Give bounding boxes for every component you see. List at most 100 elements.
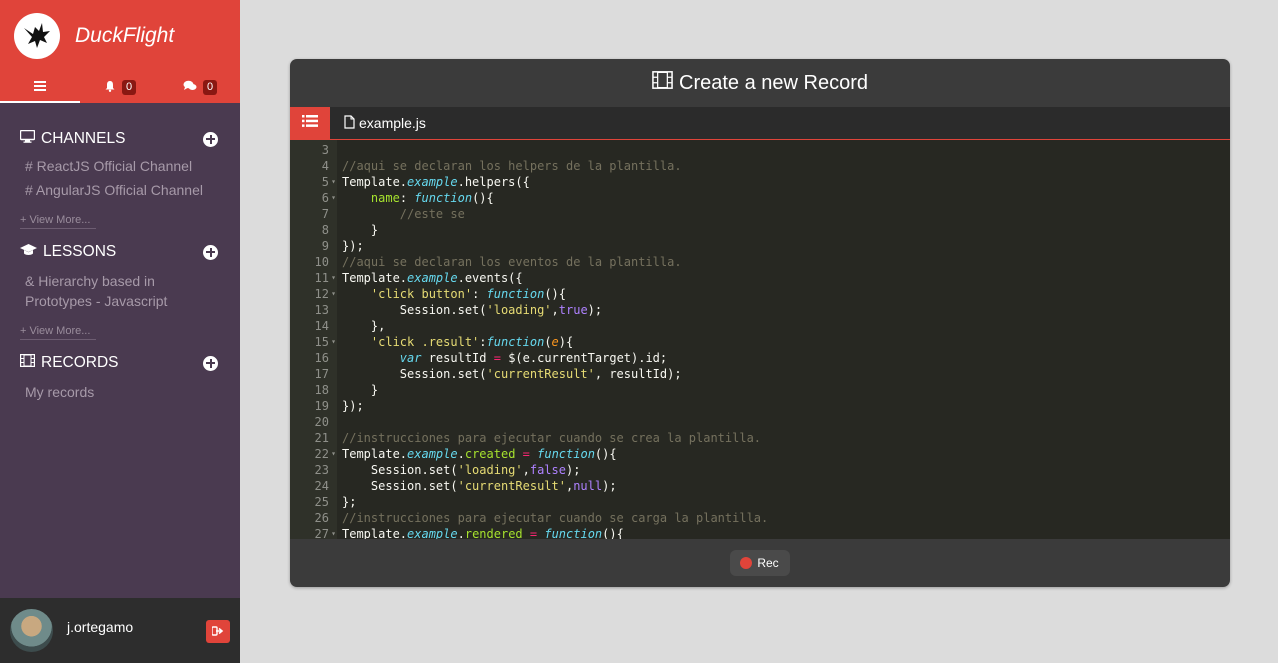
code-line[interactable]: var resultId = $(e.currentTarget).id; (342, 350, 1230, 366)
code-line[interactable]: //este se (342, 206, 1230, 222)
avatar[interactable] (10, 609, 53, 652)
line-number: 23 (314, 463, 329, 477)
records-item-my-records[interactable]: My records (20, 382, 218, 402)
line-number: 14 (314, 319, 329, 333)
code-line[interactable]: } (342, 222, 1230, 238)
fold-line-number[interactable]: 12 (290, 286, 337, 302)
user-footer: j.ortegamo (0, 598, 240, 663)
code-line[interactable]: //aqui se declaran los eventos de la pla… (342, 254, 1230, 270)
panel-footer: Rec (290, 539, 1230, 587)
code-line[interactable]: //instrucciones para ejecutar cuando se … (342, 510, 1230, 526)
create-record-panel: Create a new Record example.js 3 4567 8 9 10… (290, 59, 1230, 587)
line-number: 13 (314, 303, 329, 317)
line-number: 16 (314, 351, 329, 365)
line-number: 10 (314, 255, 329, 269)
line-number: 26 (314, 511, 329, 525)
duck-logo-icon[interactable] (14, 13, 60, 59)
app-name[interactable]: DuckFlight (75, 24, 174, 48)
line-number: 25 (314, 495, 329, 509)
logout-button[interactable] (206, 620, 230, 643)
code-line[interactable]: //aqui se declaran los helpers de la pla… (342, 158, 1230, 174)
fold-line-number[interactable]: 22 (290, 446, 337, 462)
code-area[interactable]: //aqui se declaran los helpers de la pla… (337, 140, 1230, 539)
tab-file-example-js[interactable]: example.js (344, 114, 426, 132)
code-line[interactable]: }); (342, 238, 1230, 254)
code-line[interactable]: Template.example.events({ (342, 270, 1230, 286)
code-line[interactable]: }, (342, 318, 1230, 334)
rec-button[interactable]: Rec (730, 550, 790, 576)
sidebar: DuckFlight 0 0 CHANNELS # ReactJS Offici… (0, 0, 240, 663)
records-section: RECORDS My records (0, 346, 240, 402)
line-number: 9 (321, 239, 329, 253)
tab-menu[interactable] (0, 72, 80, 103)
code-line[interactable]: Session.set('loading',false); (342, 462, 1230, 478)
add-channel-icon[interactable] (203, 131, 218, 147)
code-line[interactable] (342, 414, 1230, 430)
lessons-section: LESSONS & Hierarchy based in Prototypes … (0, 235, 240, 340)
file-tabs-bar: example.js (290, 106, 1230, 140)
channels-header: CHANNELS (19, 122, 218, 156)
line-number: 8 (321, 223, 329, 237)
channel-item-angularjs[interactable]: # AngularJS Official Channel (20, 180, 218, 200)
comments-icon (183, 80, 197, 95)
tab-messages[interactable]: 0 (160, 72, 240, 103)
line-number: 17 (314, 367, 329, 381)
fold-line-number[interactable]: 11 (290, 270, 337, 286)
channels-section: CHANNELS # ReactJS Official Channel # An… (0, 122, 240, 229)
channels-view-more-link[interactable]: + View More... (20, 214, 96, 229)
tab-notifications[interactable]: 0 (80, 72, 160, 103)
code-line[interactable]: }); (342, 398, 1230, 414)
code-line[interactable]: Template.example.helpers({ (342, 174, 1230, 190)
line-number: 21 (314, 431, 329, 445)
desktop-icon (19, 129, 36, 148)
file-list-button[interactable] (290, 106, 330, 140)
code-line[interactable]: } (342, 382, 1230, 398)
fold-line-number[interactable]: 6 (290, 190, 337, 206)
fold-line-number[interactable]: 5 (290, 174, 337, 190)
code-line[interactable]: Session.set('loading',true); (342, 302, 1230, 318)
notifications-badge: 0 (121, 80, 137, 95)
sign-out-icon (211, 623, 224, 641)
code-line[interactable]: Session.set('currentResult',null); (342, 478, 1230, 494)
code-line[interactable]: 'click .result':function(e){ (342, 334, 1230, 350)
line-number: 18 (314, 383, 329, 397)
line-number: 20 (314, 415, 329, 429)
lesson-item-hierarchy[interactable]: & Hierarchy based in Prototypes - Javasc… (20, 271, 218, 311)
channel-item-reactjs[interactable]: # ReactJS Official Channel (20, 156, 218, 176)
code-line[interactable]: Template.example.rendered = function(){ (342, 526, 1230, 539)
add-record-icon[interactable] (203, 355, 218, 371)
file-name: example.js (359, 115, 426, 131)
code-line[interactable] (342, 142, 1230, 158)
panel-title: Create a new Record (290, 59, 1230, 107)
code-line[interactable]: }; (342, 494, 1230, 510)
record-dot-icon (740, 557, 753, 569)
list-icon (302, 114, 318, 132)
channels-title: CHANNELS (41, 130, 126, 147)
rec-label: Rec (757, 556, 779, 570)
code-line[interactable]: Session.set('currentResult', resultId); (342, 366, 1230, 382)
line-number: 3 (321, 143, 329, 157)
panel-title-text: Create a new Record (679, 71, 868, 94)
line-number: 24 (314, 479, 329, 493)
records-header: RECORDS (20, 346, 218, 380)
line-number-gutter: 3 4567 8 9 10111213 141516 17 18 19 20 212223 24 25 2… (290, 140, 337, 539)
bell-icon (104, 80, 116, 95)
fold-line-number[interactable]: 15 (290, 334, 337, 350)
hamburger-icon (34, 79, 46, 94)
code-editor[interactable]: 3 4567 8 9 10111213 141516 17 18 19 20 212223 24 25 2… (290, 140, 1230, 539)
film-icon (652, 71, 673, 95)
fold-line-number[interactable]: 27 (290, 526, 337, 539)
code-line[interactable]: name: function(){ (342, 190, 1230, 206)
lessons-view-more-link[interactable]: + View More... (20, 325, 96, 340)
lessons-title: LESSONS (43, 243, 117, 260)
code-line[interactable]: Template.example.created = function(){ (342, 446, 1230, 462)
line-number: 19 (314, 399, 329, 413)
graduation-cap-icon (20, 243, 37, 261)
code-line[interactable]: 'click button': function(){ (342, 286, 1230, 302)
line-number: 4 (321, 159, 329, 173)
line-number: 7 (321, 207, 329, 221)
lessons-header: LESSONS (20, 235, 218, 269)
add-lesson-icon[interactable] (203, 244, 218, 260)
code-line[interactable]: //instrucciones para ejecutar cuando se … (342, 430, 1230, 446)
brand-header: DuckFlight (0, 0, 240, 72)
